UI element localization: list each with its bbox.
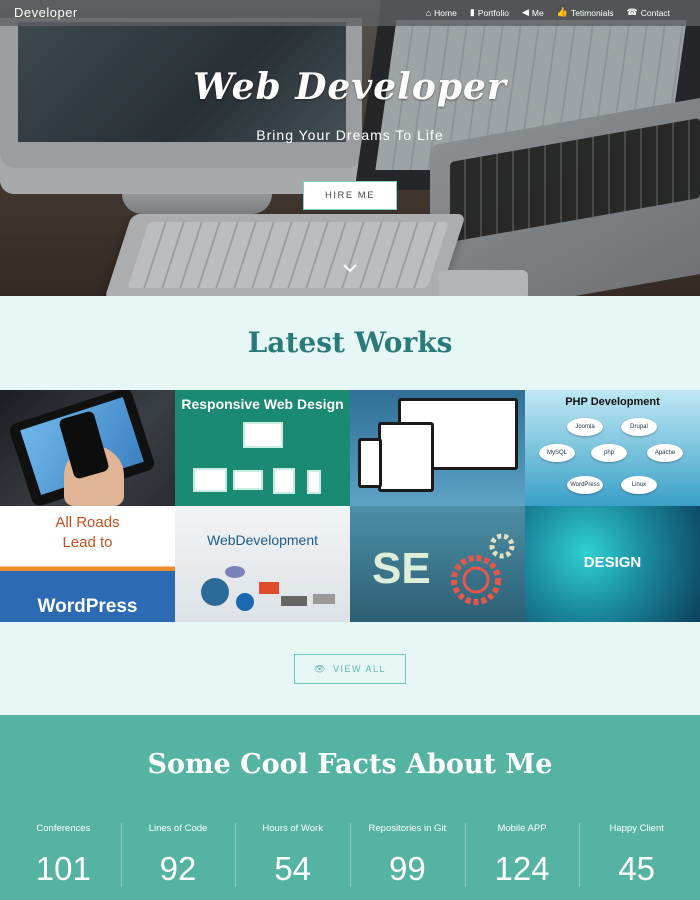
fact-item: Mobile APP 124: [464, 823, 580, 888]
latest-works-title: Latest Works: [247, 326, 453, 359]
fact-item: Repositories in Git 99: [350, 823, 465, 888]
hire-me-button[interactable]: HIRE ME: [303, 181, 397, 210]
nav-item-contact[interactable]: ☎ Contact: [626, 7, 670, 18]
view-all-label: VIEW ALL: [332, 664, 386, 674]
fact-value: 54: [274, 850, 312, 887]
fact-value: 124: [494, 850, 550, 887]
nav-item-label: Portfolio: [477, 7, 509, 18]
tile-label: SE: [372, 544, 431, 593]
monitor-icon: [243, 422, 283, 448]
fact-value: 101: [35, 850, 91, 887]
apache-badge: Apache: [647, 444, 683, 462]
nav-item-me[interactable]: ◀ Me: [522, 7, 544, 18]
phone-square-icon: ☎: [626, 7, 638, 17]
gear-icon: [451, 533, 515, 605]
nav-item-label: Me: [531, 7, 544, 18]
thumbs-up-icon: 👍: [556, 7, 568, 17]
navbar: Developer ⌂ Home ▮ Portfolio ◀ Me 👍 Teti…: [0, 0, 700, 26]
mysql-badge: MySQL: [539, 444, 575, 462]
facts-title: Some Cool Facts About Me: [147, 749, 553, 780]
fact-label: Mobile APP: [497, 823, 547, 834]
fact-item: Happy Client 45: [579, 823, 694, 888]
work-tile-web-development[interactable]: WebDevelopment: [175, 506, 350, 622]
work-tile-responsive-web-design[interactable]: Responsive Web Design: [175, 390, 350, 506]
fact-item: Conferences 101: [6, 823, 121, 888]
nav-item-label: Home: [434, 7, 457, 18]
home-icon: ⌂: [425, 7, 432, 18]
fact-label: Repositories in Git: [368, 823, 447, 834]
facts-row: Conferences 101 Lines of Code 92 Hours o…: [6, 823, 694, 888]
tile-label-line: All Roads: [55, 514, 120, 531]
facts-section: Some Cool Facts About Me Conferences 101…: [0, 715, 700, 900]
nav-item-portfolio[interactable]: ▮ Portfolio: [470, 7, 509, 18]
bookmark-icon: ▮: [469, 7, 475, 17]
eye-icon: 👁: [314, 663, 327, 674]
linux-badge: Linux: [621, 476, 657, 494]
web-dev-logos-image: [201, 566, 335, 611]
hero-section: Developer ⌂ Home ▮ Portfolio ◀ Me 👍 Teti…: [0, 0, 700, 296]
fact-label: Conferences: [36, 823, 91, 834]
fact-label: Lines of Code: [148, 823, 208, 834]
fact-label: Hours of Work: [262, 823, 323, 834]
tablet-icon: [273, 468, 295, 494]
smartphone-icon: [307, 470, 321, 494]
chevron-down-icon[interactable]: [341, 262, 359, 276]
wordpress-badge: WordPress: [567, 476, 603, 494]
nav-menu: ⌂ Home ▮ Portfolio ◀ Me 👍 Tetimonials ☎ …: [426, 7, 670, 18]
php-badge: php: [591, 444, 627, 462]
laptop-icon: [233, 470, 263, 490]
tile-label: PHP Development: [565, 396, 660, 408]
fact-value: 45: [618, 850, 656, 887]
work-tile-multi-device[interactable]: [350, 390, 525, 506]
megaphone-icon: ◀: [522, 7, 529, 17]
nav-item-label: Tetimonials: [570, 7, 614, 18]
brand-logo[interactable]: Developer: [14, 5, 78, 20]
hero-subtitle: Bring Your Dreams To Life: [256, 127, 444, 143]
work-tile-php-development[interactable]: PHP Development Joomla Drupal MySQL php …: [525, 390, 700, 506]
tile-label-line: Lead to: [62, 534, 113, 551]
fact-value: 99: [388, 850, 426, 887]
work-tile-tablet-phone[interactable]: [0, 390, 175, 506]
tile-label-line: WordPress: [37, 596, 138, 617]
hero-title: Web Developer: [193, 66, 507, 108]
hero-overlay: [0, 0, 700, 296]
joomla-badge: Joomla: [567, 418, 603, 436]
fact-label: Happy Client: [609, 823, 664, 834]
work-tile-design[interactable]: DESIGN: [525, 506, 700, 622]
fact-item: Hours of Work 54: [235, 823, 350, 888]
drupal-badge: Drupal: [621, 418, 657, 436]
work-tile-wordpress[interactable]: All Roads Lead to WordPress: [0, 506, 175, 622]
tile-label: Responsive Web Design: [181, 396, 344, 412]
nav-item-label: Contact: [640, 7, 670, 18]
works-grid: Responsive Web Design PHP Development Jo…: [0, 390, 700, 622]
nav-item-testimonials[interactable]: 👍 Tetimonials: [557, 7, 614, 18]
tablet-icon: [378, 422, 434, 492]
smartphone-icon: [358, 438, 382, 488]
view-all-button[interactable]: 👁 VIEW ALL: [294, 654, 406, 684]
tile-label: DESIGN: [583, 554, 642, 571]
desktop-icon: [193, 468, 227, 492]
work-tile-seo[interactable]: SE: [350, 506, 525, 622]
fact-value: 92: [159, 850, 197, 887]
fact-item: Lines of Code 92: [120, 823, 236, 888]
nav-item-home[interactable]: ⌂ Home: [426, 7, 457, 18]
